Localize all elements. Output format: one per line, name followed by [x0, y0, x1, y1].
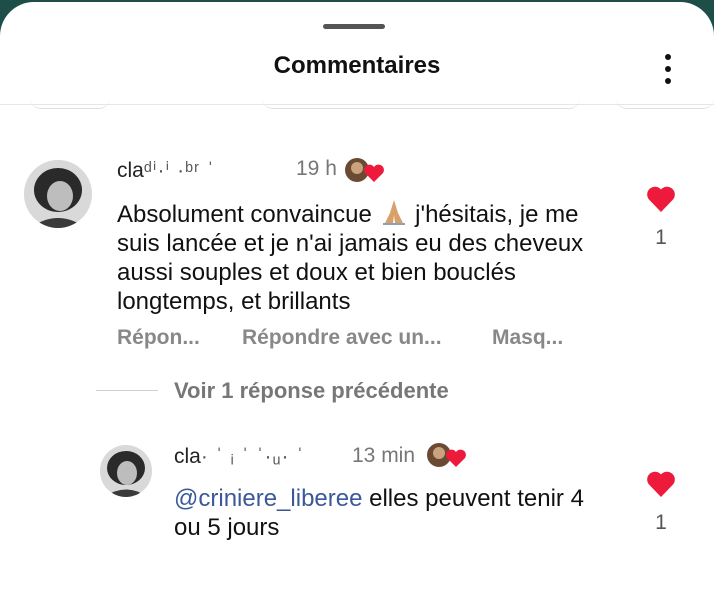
- more-options-icon[interactable]: [662, 52, 674, 86]
- mention-link[interactable]: @criniere_liberee: [174, 485, 362, 512]
- reply-button[interactable]: Répon...: [117, 326, 200, 350]
- comment-text-part: Absolument convaincue: [117, 201, 379, 228]
- like-count: 1: [655, 226, 667, 249]
- sheet-title: Commentaires: [273, 52, 441, 79]
- comment-text: @criniere_liberee elles peuvent tenir 4 …: [174, 484, 594, 542]
- hide-button[interactable]: Masq...: [492, 326, 563, 350]
- comment-username[interactable]: cla· ˈ ᵢ ˈ ˈ·ᵤ· ˈ: [174, 445, 304, 469]
- replies-divider: [96, 390, 158, 391]
- creator-heart-badge-icon: [426, 441, 466, 469]
- username-text: cla: [174, 445, 201, 468]
- header-divider: [0, 104, 714, 105]
- reply-with-button[interactable]: Répondre avec un...: [242, 326, 442, 350]
- avatar[interactable]: [24, 160, 92, 228]
- creator-heart-badge-icon: [344, 156, 384, 184]
- heart-icon[interactable]: [646, 185, 676, 213]
- like-count: 1: [655, 511, 667, 534]
- username-obscured: · ˈ ᵢ ˈ ˈ·ᵤ· ˈ: [200, 445, 305, 468]
- drag-handle[interactable]: [323, 24, 385, 29]
- praying-hands-icon: [379, 199, 409, 225]
- comment-username[interactable]: claᵈⁱ·ⁱ ·ᵇʳ ˈ: [117, 158, 215, 183]
- comment-time: 13 min: [352, 444, 416, 467]
- comments-sheet: Commentaires claᵈⁱ·ⁱ ·ᵇʳ ˈ 19 h Absolume…: [0, 2, 714, 602]
- username-text: cla: [117, 159, 144, 182]
- comment-text: Absolument convaincue j'hésitais, je me …: [117, 199, 617, 316]
- view-previous-replies-button[interactable]: Voir 1 réponse précédente: [174, 378, 449, 404]
- comment-time: 19 h: [296, 157, 337, 180]
- avatar[interactable]: [100, 445, 152, 497]
- username-obscured: ᵈⁱ·ⁱ ·ᵇʳ ˈ: [143, 159, 215, 182]
- heart-icon[interactable]: [646, 470, 676, 498]
